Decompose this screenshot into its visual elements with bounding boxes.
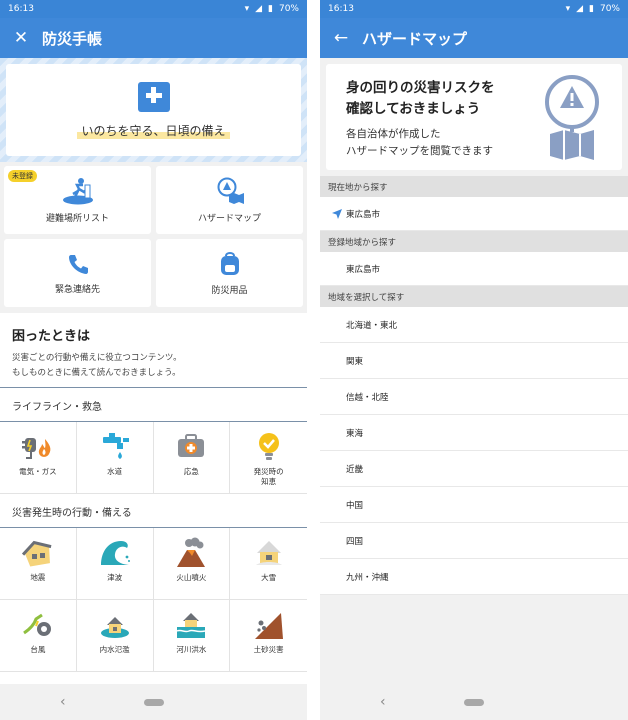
registered-area-item[interactable]: 東広島市	[320, 252, 628, 286]
close-icon[interactable]: ✕	[10, 27, 32, 49]
volcano-icon	[177, 537, 206, 567]
river-flood-item[interactable]: 河川洪水	[153, 600, 231, 672]
tsunami-item[interactable]: 津波	[76, 528, 154, 600]
disaster-section-title: 災害発生時の行動・備える	[12, 508, 132, 519]
first-aid-item[interactable]: 応急	[153, 422, 231, 494]
lifeline-section-title: ライフライン・救急	[0, 387, 307, 421]
region-item-shikoku[interactable]: 四国	[320, 523, 628, 559]
app-bar: ← ハザードマップ	[320, 18, 628, 58]
current-location-label: 東広島市	[346, 209, 381, 220]
home-nav-icon[interactable]	[143, 698, 164, 706]
disaster-wisdom-item[interactable]: 発災時の 知恵	[230, 422, 307, 494]
wifi-icon: ▾	[244, 4, 250, 14]
section-description-line2: もしものときに備えて読んでおきましょう。	[12, 368, 181, 378]
section-heading: 困ったときは	[12, 329, 91, 344]
landslide-item[interactable]: 土砂災害	[230, 600, 307, 672]
region-item-kyushu-okinawa[interactable]: 九州・沖縄	[320, 559, 628, 595]
battery-text: 70%	[599, 4, 620, 14]
backpack-icon	[220, 251, 239, 275]
typhoon-item[interactable]: 台風	[0, 600, 77, 672]
battery-icon: ▮	[268, 4, 273, 14]
hero-banner: いのちを守る、日頃の備え	[0, 58, 307, 162]
hazard-map-pin-icon	[545, 75, 599, 160]
status-bar: 16:13 ▾ ◢ ▮ 70%	[320, 0, 628, 18]
page-title: 防災手帳	[42, 29, 103, 48]
volcano-item[interactable]: 火山噴火	[153, 528, 231, 600]
home-nav-icon[interactable]	[464, 698, 484, 706]
region-item-shinetsu-hokuriku[interactable]: 信越・北陸	[320, 379, 628, 415]
phone-icon	[68, 254, 88, 274]
plug-flame-icon	[21, 438, 51, 459]
emergency-contact-tile[interactable]: 緊急連絡先	[4, 239, 151, 307]
slogan-text: いのちを守る、日頃の備え	[77, 121, 230, 139]
region-item-hokkaido-tohoku[interactable]: 北海道・東北	[320, 307, 628, 343]
app-bar: ✕ 防災手帳	[0, 18, 307, 58]
tile-label: 防災用品	[211, 285, 248, 296]
tile-label: 避難場所リスト	[45, 213, 109, 224]
tsunami-wave-icon	[100, 541, 130, 565]
status-time: 16:13	[8, 4, 34, 14]
electricity-gas-item[interactable]: 電気・ガス	[0, 422, 77, 494]
battery-text: 70%	[278, 4, 299, 14]
region-item-chugoku[interactable]: 中国	[320, 487, 628, 523]
first-aid-book-icon	[137, 81, 170, 112]
inland-flood-icon	[100, 617, 129, 638]
signal-icon: ◢	[576, 4, 584, 14]
lightbulb-icon	[258, 433, 279, 460]
status-bar: 16:13 ▾ ◢ ▮ 70%	[0, 0, 307, 18]
hazard-info-card: 身の回りの災害リスクを 確認しておきましょう 各自治体が作成した ハザードマップ…	[326, 64, 622, 170]
disaster-grid: 地震 津波 火山噴火 大雪 台風 内水氾濫 河川洪水 土砂災害	[0, 527, 307, 672]
hazard-map-icon	[217, 177, 244, 204]
region-item-tokai[interactable]: 東海	[320, 415, 628, 451]
back-nav-icon[interactable]: ‹	[60, 694, 66, 710]
registered-area-label: 東広島市	[346, 264, 381, 275]
hazard-map-screen: 16:13 ▾ ◢ ▮ 70% ← ハザードマップ 身の回りの災害リスクを 確認…	[320, 0, 628, 720]
region-select-section: 地域を選択して探す	[320, 286, 628, 307]
river-flood-icon	[177, 613, 206, 638]
back-nav-icon[interactable]: ‹	[380, 694, 386, 710]
region-item-kinki[interactable]: 近畿	[320, 451, 628, 487]
signal-icon: ◢	[255, 4, 263, 14]
back-arrow-icon[interactable]: ←	[330, 27, 352, 49]
section-description-line1: 災害ごとの行動や備えに役立つコンテンツ。	[12, 353, 182, 363]
water-item[interactable]: 水道	[76, 422, 154, 494]
disaster-supplies-tile[interactable]: 防災用品	[156, 239, 303, 307]
inland-flood-item[interactable]: 内水氾濫	[76, 600, 154, 672]
earthquake-item[interactable]: 地震	[0, 528, 77, 600]
snow-house-icon	[255, 541, 282, 565]
bousai-notebook-screen: 16:13 ▾ ◢ ▮ 70% ✕ 防災手帳 いのちを守る、日頃の備え 未登録 …	[0, 0, 307, 720]
earthquake-house-icon	[21, 540, 52, 567]
current-location-item[interactable]: 東広島市	[320, 197, 628, 231]
hazard-map-tile[interactable]: ハザードマップ	[156, 166, 303, 234]
landslide-icon	[254, 613, 283, 639]
lifeline-grid: 電気・ガス 水道 応急 発災時の 知恵	[0, 421, 307, 494]
wifi-icon: ▾	[565, 4, 571, 14]
system-nav-bar: ‹	[0, 684, 307, 720]
first-aid-kit-icon	[178, 434, 205, 457]
evacuation-runner-icon	[62, 177, 93, 204]
unregistered-badge: 未登録	[8, 170, 37, 182]
status-time: 16:13	[328, 4, 354, 14]
tile-label: 緊急連絡先	[54, 284, 100, 295]
trouble-section: 困ったときは 災害ごとの行動や備えに役立つコンテンツ。 もしものときに備えて読ん…	[0, 313, 307, 387]
feature-grid: 未登録 避難場所リスト ハザードマップ 緊急連絡先 防災用品	[0, 162, 307, 313]
current-location-section: 現在地から探す	[320, 176, 628, 197]
tile-label: ハザードマップ	[197, 213, 261, 224]
evacuation-list-tile[interactable]: 未登録 避難場所リスト	[4, 166, 151, 234]
faucet-icon	[102, 433, 129, 459]
region-item-kanto[interactable]: 関東	[320, 343, 628, 379]
registered-area-section: 登録地域から探す	[320, 231, 628, 252]
heavy-snow-item[interactable]: 大雪	[230, 528, 307, 600]
typhoon-icon	[23, 613, 51, 636]
system-nav-bar: ‹	[320, 684, 628, 720]
page-title: ハザードマップ	[362, 29, 468, 48]
battery-icon: ▮	[589, 4, 594, 14]
location-arrow-icon	[332, 209, 342, 219]
